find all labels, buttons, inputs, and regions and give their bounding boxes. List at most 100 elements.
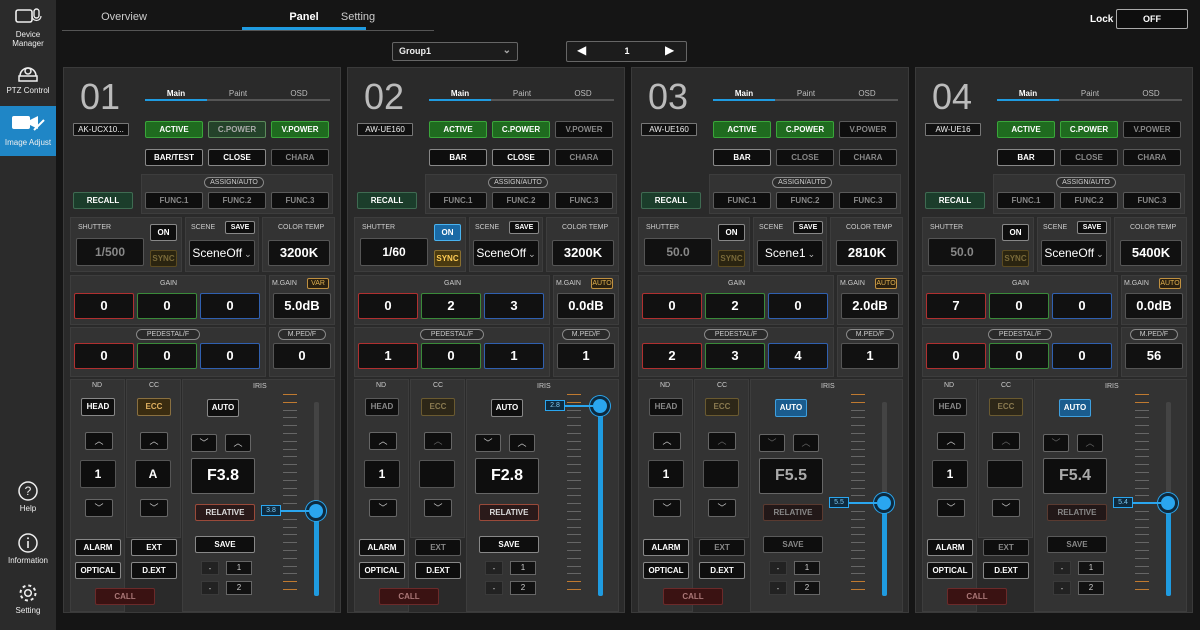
iris-down-button[interactable]: ﹀ xyxy=(1043,434,1069,452)
sidebar-item-help[interactable]: ? Help xyxy=(0,478,56,524)
panel-tab-osd[interactable]: OSD xyxy=(552,89,614,98)
nd-value[interactable]: 1 xyxy=(364,460,400,488)
gain-green-value[interactable]: 0 xyxy=(989,293,1049,319)
master-pedestal-value[interactable]: 1 xyxy=(841,343,899,369)
iris-slider-handle[interactable] xyxy=(1158,492,1178,513)
ext-button[interactable]: EXT xyxy=(699,539,745,556)
close-button[interactable]: CLOSE xyxy=(208,149,266,166)
scene-save-button[interactable]: SAVE xyxy=(793,221,823,234)
preset-1-button[interactable]: 1 xyxy=(226,561,252,575)
cc-ecc-button[interactable]: ECC xyxy=(137,398,171,416)
nd-head-button[interactable]: HEAD xyxy=(81,398,115,416)
dext-button[interactable]: D.EXT xyxy=(415,562,461,579)
scene-save-button[interactable]: SAVE xyxy=(225,221,255,234)
cc-down-button[interactable]: ﹀ xyxy=(140,499,168,517)
chara-button[interactable]: CHARA xyxy=(839,149,897,166)
iris-value[interactable]: F2.8 xyxy=(475,458,539,494)
iris-value[interactable]: F5.5 xyxy=(759,458,823,494)
color-temp-value[interactable]: 3200K xyxy=(552,240,614,266)
active-button[interactable]: ACTIVE xyxy=(429,121,487,138)
optical-button[interactable]: OPTICAL xyxy=(643,562,689,579)
relative-button[interactable]: RELATIVE xyxy=(195,504,255,521)
scene-select[interactable]: SceneOff ⌄ xyxy=(189,240,255,266)
preset-1-button[interactable]: 1 xyxy=(1078,561,1104,575)
master-gain-value[interactable]: 2.0dB xyxy=(841,293,899,319)
iris-up-button[interactable]: ︿ xyxy=(509,434,535,452)
cpower-button[interactable]: C.POWER xyxy=(492,121,550,138)
master-pedestal-value[interactable]: 1 xyxy=(557,343,615,369)
nd-up-button[interactable]: ︿ xyxy=(369,432,397,450)
ext-button[interactable]: EXT xyxy=(415,539,461,556)
panel-tab-osd[interactable]: OSD xyxy=(1120,89,1182,98)
close-button[interactable]: CLOSE xyxy=(1060,149,1118,166)
nd-head-button[interactable]: HEAD xyxy=(649,398,683,416)
gain-blue-value[interactable]: 0 xyxy=(200,293,260,319)
panel-tab-paint[interactable]: Paint xyxy=(491,89,553,98)
alarm-button[interactable]: ALARM xyxy=(75,539,121,556)
pedestal-blue-value[interactable]: 0 xyxy=(1052,343,1112,369)
vpower-button[interactable]: V.POWER xyxy=(555,121,613,138)
preset-1-button[interactable]: 1 xyxy=(794,561,820,575)
iris-down-button[interactable]: ﹀ xyxy=(191,434,217,452)
ext-button[interactable]: EXT xyxy=(131,539,177,556)
cc-value[interactable] xyxy=(987,460,1023,488)
relative-button[interactable]: RELATIVE xyxy=(763,504,823,521)
gain-red-value[interactable]: 7 xyxy=(926,293,986,319)
pedestal-green-value[interactable]: 0 xyxy=(137,343,197,369)
cc-value[interactable] xyxy=(703,460,739,488)
pedestal-red-value[interactable]: 0 xyxy=(74,343,134,369)
panel-tab-paint[interactable]: Paint xyxy=(207,89,269,98)
func1-button[interactable]: FUNC.1 xyxy=(997,192,1055,209)
iris-slider-handle[interactable] xyxy=(306,500,326,521)
iris-value[interactable]: F3.8 xyxy=(191,458,255,494)
optical-button[interactable]: OPTICAL xyxy=(75,562,121,579)
func1-button[interactable]: FUNC.1 xyxy=(145,192,203,209)
relative-button[interactable]: RELATIVE xyxy=(1047,504,1107,521)
active-button[interactable]: ACTIVE xyxy=(713,121,771,138)
panel-tab-osd[interactable]: OSD xyxy=(836,89,898,98)
pedestal-blue-value[interactable]: 1 xyxy=(484,343,544,369)
sync-button[interactable]: SYNC xyxy=(434,250,461,267)
gain-blue-value[interactable]: 0 xyxy=(1052,293,1112,319)
ext-button[interactable]: EXT xyxy=(983,539,1029,556)
nd-down-button[interactable]: ﹀ xyxy=(653,499,681,517)
nd-down-button[interactable]: ﹀ xyxy=(369,499,397,517)
nd-value[interactable]: 1 xyxy=(932,460,968,488)
iris-up-button[interactable]: ︿ xyxy=(1077,434,1103,452)
func3-button[interactable]: FUNC.3 xyxy=(839,192,897,209)
active-button[interactable]: ACTIVE xyxy=(145,121,203,138)
gain-blue-value[interactable]: 3 xyxy=(484,293,544,319)
cc-up-button[interactable]: ︿ xyxy=(424,432,452,450)
sidebar-item-image-adjust[interactable]: Image Adjust xyxy=(0,106,56,156)
chara-button[interactable]: CHARA xyxy=(1123,149,1181,166)
recall-button[interactable]: RECALL xyxy=(357,192,417,209)
pedestal-blue-value[interactable]: 0 xyxy=(200,343,260,369)
shutter-value[interactable]: 1/60 xyxy=(360,238,428,266)
tab-setting[interactable]: Setting xyxy=(296,11,420,23)
pedestal-green-value[interactable]: 0 xyxy=(421,343,481,369)
sidebar-item-information[interactable]: Information xyxy=(0,530,56,576)
gain-green-value[interactable]: 0 xyxy=(137,293,197,319)
sync-button[interactable]: SYNC xyxy=(718,250,745,267)
iris-auto-button[interactable]: AUTO xyxy=(775,399,807,417)
nd-value[interactable]: 1 xyxy=(648,460,684,488)
dext-button[interactable]: D.EXT xyxy=(131,562,177,579)
chara-button[interactable]: CHARA xyxy=(555,149,613,166)
tab-overview[interactable]: Overview xyxy=(62,11,186,23)
nd-up-button[interactable]: ︿ xyxy=(85,432,113,450)
close-button[interactable]: CLOSE xyxy=(492,149,550,166)
iris-up-button[interactable]: ︿ xyxy=(793,434,819,452)
iris-auto-button[interactable]: AUTO xyxy=(1059,399,1091,417)
func3-button[interactable]: FUNC.3 xyxy=(271,192,329,209)
scene-save-button[interactable]: SAVE xyxy=(1077,221,1107,234)
iris-value[interactable]: F5.4 xyxy=(1043,458,1107,494)
cpower-button[interactable]: C.POWER xyxy=(1060,121,1118,138)
master-gain-value[interactable]: 5.0dB xyxy=(273,293,331,319)
prev-page-button[interactable]: ◀ xyxy=(577,43,586,57)
panel-tab-main[interactable]: Main xyxy=(713,89,775,98)
vpower-button[interactable]: V.POWER xyxy=(271,121,329,138)
iris-auto-button[interactable]: AUTO xyxy=(207,399,239,417)
cpower-button[interactable]: C.POWER xyxy=(208,121,266,138)
shutter-value[interactable]: 50.0 xyxy=(928,238,996,266)
scene-select[interactable]: SceneOff ⌄ xyxy=(1041,240,1107,266)
